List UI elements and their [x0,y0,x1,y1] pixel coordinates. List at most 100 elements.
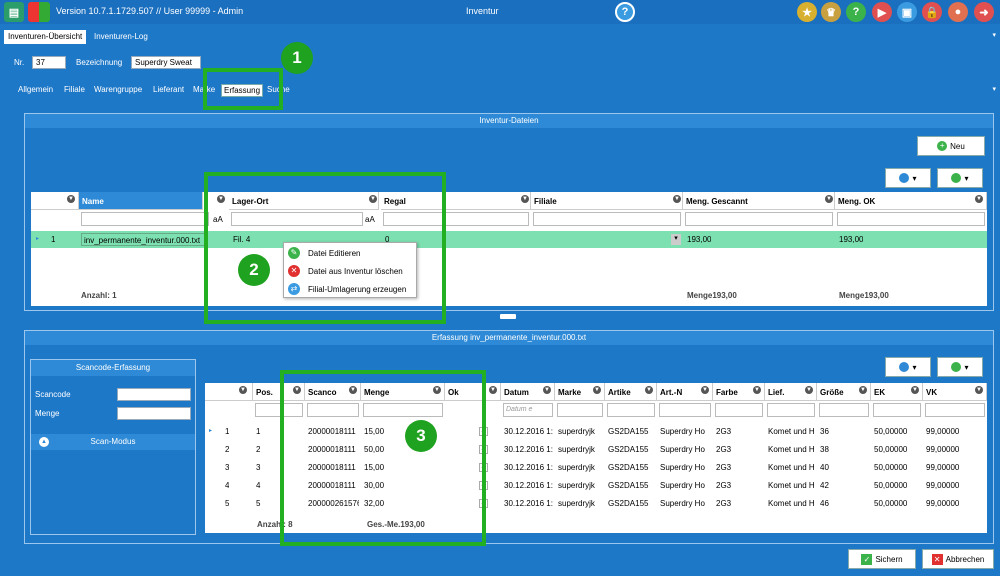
screen-icon[interactable]: ▣ [897,2,917,22]
export-dropdown-button[interactable]: ▾ [885,168,931,188]
bezeichnung-label: Bezeichnung [76,58,123,67]
cell-art-n: Superdry Ho [660,463,705,472]
chevron-down-icon[interactable]: ▾ [992,85,996,93]
tab-inventuren-log[interactable]: Inventuren-Log [90,30,152,44]
cell-marke: superdryjk [558,445,595,454]
action-dropdown-button[interactable]: ▾ [937,357,983,377]
filter-icon[interactable]: ▼ [67,195,75,203]
artike-filter-input[interactable] [607,403,655,417]
bezeichnung-field[interactable]: Superdry Sweat [131,56,201,69]
nr-field[interactable]: 37 [32,56,66,69]
col-filiale[interactable]: Filiale [531,192,683,210]
lock-icon[interactable]: 🔒 [922,2,942,22]
main-tabs: Inventuren-Übersicht Inventuren-Log ▾ [0,28,1000,44]
filter-icon[interactable]: ▼ [521,195,529,203]
filter-icon[interactable]: ▼ [825,195,833,203]
col-name[interactable]: Name [79,192,203,210]
subtab-warengruppe[interactable]: Warengruppe [92,84,144,95]
user-icon[interactable]: ● [948,2,968,22]
ok-filter-input[interactable] [837,212,985,226]
lief-filter-input[interactable] [767,403,815,417]
filter-icon[interactable]: ▼ [593,386,601,394]
logout-icon[interactable]: ➜ [974,2,994,22]
vk-filter-input[interactable] [925,403,985,417]
cancel-button[interactable]: ✕ Abbrechen [922,549,994,569]
row-ok: 193,00 [839,235,864,244]
scan-modus-toggle[interactable]: ▲ Scan-Modus [31,434,195,450]
filter-icon[interactable]: ▼ [753,386,761,394]
filiale-filter-input[interactable] [533,212,681,226]
tab-inventuren-uebersicht[interactable]: Inventuren-Übersicht [4,30,87,44]
filter-icon[interactable]: ▼ [975,386,983,394]
sum-gescannt: Menge193,00 [687,291,737,300]
filter-icon[interactable]: ▼ [805,386,813,394]
video-icon[interactable]: ▶ [872,2,892,22]
star-icon[interactable]: ★ [797,2,817,22]
cell-ek: 50,00000 [874,445,908,454]
action-icon [951,362,962,372]
highlight-box-2 [204,172,446,324]
groesse-filter-input[interactable] [819,403,869,417]
save-label: Sichern [875,554,903,564]
row-index: 1 [225,427,230,436]
cell-farbe: 2G3 [716,445,732,454]
filter-icon[interactable]: ▼ [239,386,247,394]
filter-icon[interactable]: ▼ [543,386,551,394]
row-name[interactable]: inv_permanente_inventur.000.txt [81,233,207,246]
gescannt-filter-input[interactable] [685,212,833,226]
cell-art-n: Superdry Ho [660,481,705,490]
subtab-lieferant[interactable]: Lieferant [151,84,186,95]
subtab-allgemein[interactable]: Allgemein [16,84,55,95]
inventur-dateien-panel: Inventur-Dateien + Neu ▾ ▾ ▼ Name ▼ Lage… [24,113,994,311]
cell-datum: 30.12.2016 1: [504,427,553,436]
new-button[interactable]: + Neu [917,136,985,156]
cell-artike: GS2DA155 [608,427,649,436]
ek-filter-input[interactable] [873,403,921,417]
sum-ok: Menge193,00 [839,291,889,300]
cell-ek: 50,00000 [874,427,908,436]
art-n-filter-input[interactable] [659,403,711,417]
subtab-filiale[interactable]: Filiale [62,84,87,95]
help-green-icon[interactable]: ? [846,2,866,22]
cancel-icon: ✕ [931,553,943,565]
filter-icon[interactable]: ▼ [859,386,867,394]
marke-filter-input[interactable] [557,403,603,417]
files-grid: ▼ Name ▼ Lager-Ort ▼ Regal ▼ Filiale ▼ M… [31,192,987,306]
save-button[interactable]: ✓ Sichern [848,549,916,569]
splitter-handle[interactable] [500,314,516,319]
erfassung-panel: Erfassung inv_permanente_inventur.000.tx… [24,330,994,544]
datum-filter-input[interactable]: Datum e [503,403,553,417]
cell-farbe: 2G3 [716,499,732,508]
chevron-down-icon[interactable]: ▾ [992,31,996,39]
cell-vk: 99,00000 [926,427,960,436]
action-dropdown-button[interactable]: ▾ [937,168,983,188]
filter-icon[interactable]: ▼ [489,386,497,394]
plus-icon: + [937,141,948,151]
filter-icon[interactable]: ▼ [645,386,653,394]
col-meng-ok[interactable]: Meng. OK [835,192,987,210]
cell-ek: 50,00000 [874,499,908,508]
dropdown-icon[interactable]: ▾ [671,234,681,245]
farbe-filter-input[interactable] [715,403,763,417]
filter-icon[interactable]: ▼ [975,195,983,203]
name-filter-input[interactable] [81,212,209,226]
scan-modus-label: Scan-Modus [90,437,136,446]
filter-icon[interactable]: ▼ [673,195,681,203]
cell-groesse: 36 [820,427,829,436]
award-icon[interactable]: ♛ [821,2,841,22]
scancode-input[interactable] [117,388,191,401]
row-index: 4 [225,481,230,490]
col-meng-gescannt[interactable]: Meng. Gescannt [683,192,835,210]
cell-lief: Komet und H [768,427,815,436]
filter-icon[interactable]: ▼ [701,386,709,394]
cell-farbe: 2G3 [716,481,732,490]
filter-icon[interactable]: ▼ [911,386,919,394]
cell-datum: 30.12.2016 1: [504,499,553,508]
action-icon [951,173,962,183]
export-dropdown-button[interactable]: ▾ [885,357,931,377]
row-indicator-icon: ▸ [36,236,40,242]
cell-ek: 50,00000 [874,463,908,472]
scan-panel-title: Scancode-Erfassung [31,360,195,376]
menge-input[interactable] [117,407,191,420]
help-icon[interactable]: ? [615,2,635,22]
